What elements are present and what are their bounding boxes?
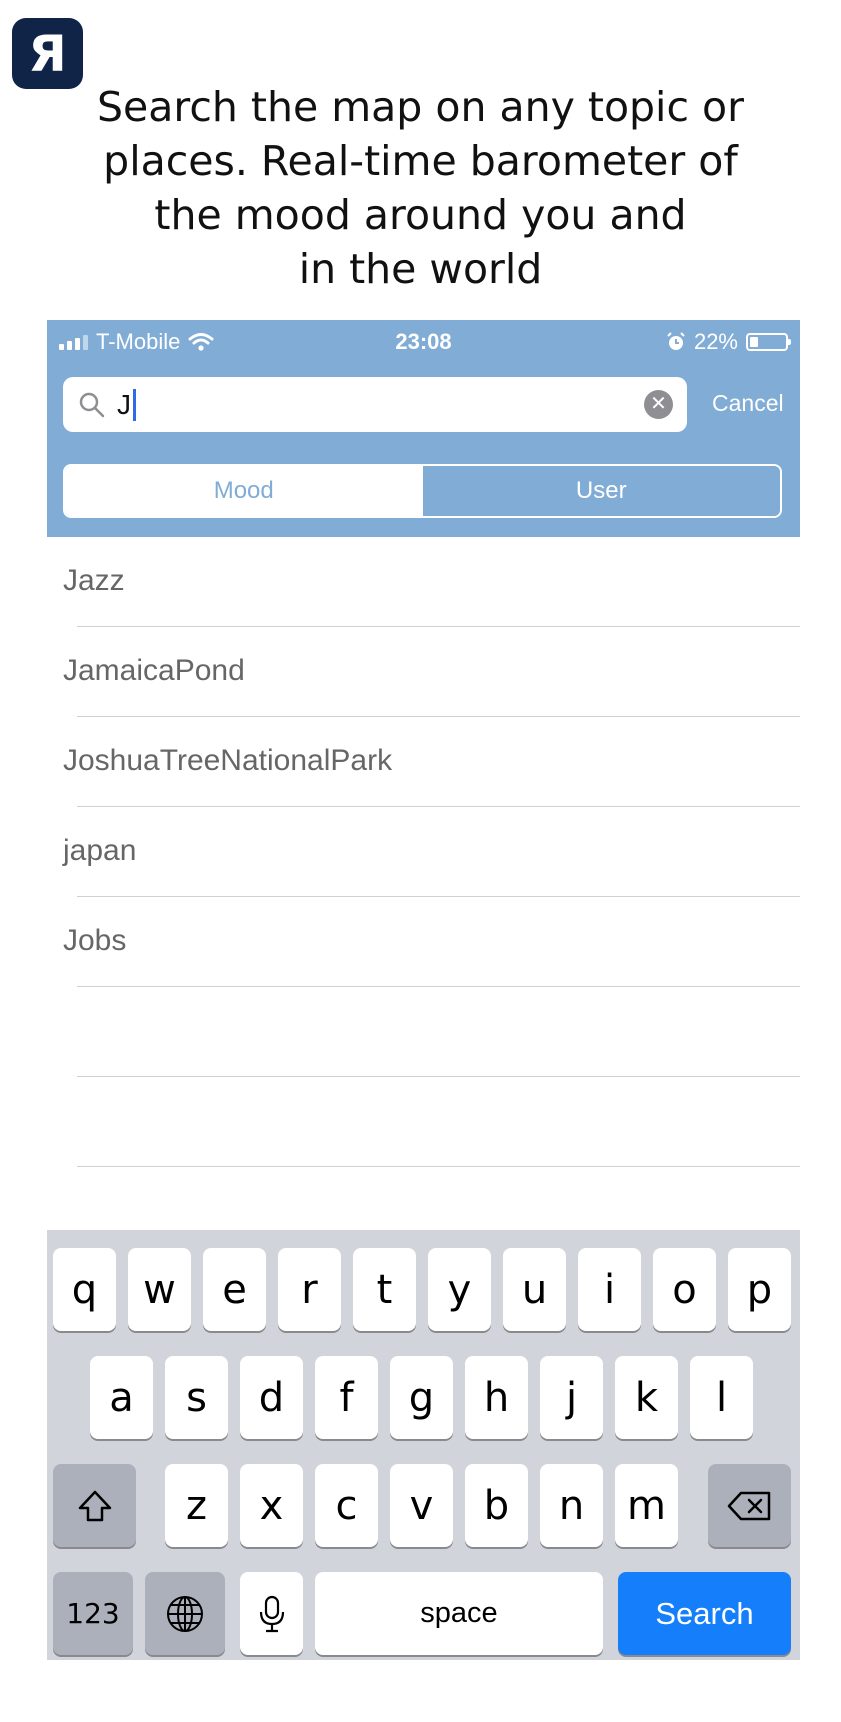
key-s[interactable]: s: [165, 1356, 228, 1439]
results-list: Jazz JamaicaPond JoshuaTreeNationalPark …: [47, 537, 800, 1167]
key-f[interactable]: f: [315, 1356, 378, 1439]
key-g[interactable]: g: [390, 1356, 453, 1439]
cancel-button[interactable]: Cancel: [712, 390, 784, 417]
key-i[interactable]: i: [578, 1248, 641, 1331]
empty-list-item: [47, 987, 800, 1077]
list-item[interactable]: JamaicaPond: [47, 627, 800, 717]
microphone-icon: [259, 1595, 284, 1632]
space-key[interactable]: space: [315, 1572, 603, 1655]
key-o[interactable]: o: [653, 1248, 716, 1331]
onscreen-keyboard: q w e r t y u i o p a s d f g h j k l z …: [47, 1230, 800, 1660]
clear-icon[interactable]: ✕: [644, 390, 673, 419]
key-m[interactable]: m: [615, 1464, 678, 1547]
search-icon: [79, 392, 105, 417]
search-scope-control: Mood User: [63, 464, 782, 518]
key-k[interactable]: k: [615, 1356, 678, 1439]
backspace-icon: [727, 1491, 770, 1520]
key-y[interactable]: y: [428, 1248, 491, 1331]
search-key[interactable]: Search: [618, 1572, 791, 1655]
alarm-icon: [667, 332, 685, 350]
globe-icon: [167, 1595, 203, 1632]
key-j[interactable]: j: [540, 1356, 603, 1439]
list-item[interactable]: JoshuaTreeNationalPark: [47, 717, 800, 807]
key-u[interactable]: u: [503, 1248, 566, 1331]
phone-screen: T-Mobile 23:08 22% J ✕ Cancel Mood User …: [47, 320, 800, 1660]
text-caret: [133, 388, 136, 421]
key-z[interactable]: z: [165, 1464, 228, 1547]
key-v[interactable]: v: [390, 1464, 453, 1547]
segment-user[interactable]: User: [422, 466, 780, 516]
key-l[interactable]: l: [690, 1356, 753, 1439]
headline-line: places. Real-time barometer of: [103, 137, 738, 185]
empty-list-item: [47, 1077, 800, 1167]
globe-key[interactable]: [145, 1572, 225, 1655]
search-input[interactable]: J ✕: [63, 377, 687, 432]
list-item-label: Jobs: [63, 924, 127, 957]
key-r[interactable]: r: [278, 1248, 341, 1331]
list-item[interactable]: japan: [47, 807, 800, 897]
row-divider: [77, 1166, 800, 1167]
key-t[interactable]: t: [353, 1248, 416, 1331]
key-d[interactable]: d: [240, 1356, 303, 1439]
promo-headline: Search the map on any topic or places. R…: [60, 80, 781, 296]
app-logo: Я: [12, 18, 83, 89]
list-item-label: japan: [63, 834, 137, 867]
shift-icon: [78, 1490, 111, 1521]
key-a[interactable]: a: [90, 1356, 153, 1439]
list-item-label: JoshuaTreeNationalPark: [63, 744, 393, 777]
search-header: T-Mobile 23:08 22% J ✕ Cancel Mood User: [47, 320, 800, 537]
backspace-key[interactable]: [708, 1464, 791, 1547]
search-query-text: J: [117, 388, 131, 420]
numbers-key[interactable]: 123: [53, 1572, 133, 1655]
key-c[interactable]: c: [315, 1464, 378, 1547]
status-bar: T-Mobile 23:08 22%: [47, 320, 800, 364]
key-x[interactable]: x: [240, 1464, 303, 1547]
key-w[interactable]: w: [128, 1248, 191, 1331]
key-e[interactable]: e: [203, 1248, 266, 1331]
list-item-label: Jazz: [63, 564, 125, 597]
list-item-label: JamaicaPond: [63, 654, 245, 687]
microphone-key[interactable]: [240, 1572, 303, 1655]
headline-line: the mood around you and: [154, 191, 687, 239]
battery-percent: 22%: [693, 329, 738, 354]
key-q[interactable]: q: [53, 1248, 116, 1331]
shift-key[interactable]: [53, 1464, 136, 1547]
headline-line: in the world: [298, 245, 543, 293]
key-n[interactable]: n: [540, 1464, 603, 1547]
search-query: J: [117, 388, 136, 421]
list-item[interactable]: Jobs: [47, 897, 800, 987]
segment-mood[interactable]: Mood: [65, 466, 423, 516]
logo-glyph: Я: [28, 24, 67, 83]
key-b[interactable]: b: [465, 1464, 528, 1547]
headline-line: Search the map on any topic or: [97, 83, 744, 131]
battery-icon: [746, 333, 791, 351]
key-h[interactable]: h: [465, 1356, 528, 1439]
list-item[interactable]: Jazz: [47, 537, 800, 627]
key-p[interactable]: p: [728, 1248, 791, 1331]
